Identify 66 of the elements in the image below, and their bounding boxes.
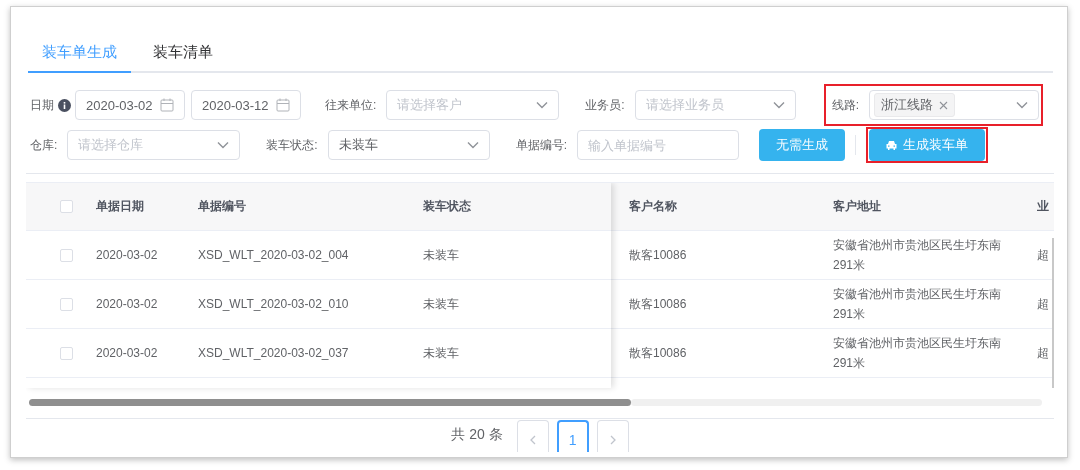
table-cell: 2020-03-02 <box>96 346 158 360</box>
input-field[interactable]: 输入单据编号 <box>577 130 740 160</box>
table-cell: XSD_WLT_2020-03-02_004 <box>198 248 349 262</box>
table-cell: XSD_WLT_2020-03-02_037 <box>198 346 349 360</box>
scrollbar-thumb[interactable] <box>29 399 631 406</box>
table-cell: 散客10086 <box>629 295 687 313</box>
select-field[interactable]: 请选择客户 <box>386 90 560 120</box>
field-label: 日期 <box>30 96 54 114</box>
tab[interactable]: 装车清单 <box>131 33 234 73</box>
column-header: 客户地址 <box>833 198 881 215</box>
checkbox[interactable] <box>59 346 73 360</box>
select-field[interactable]: 请选择仓库 <box>67 130 241 160</box>
table-cell-text: 安徽省池州市贵池区民生圩东南291米 <box>833 335 1002 372</box>
chevron-down-icon <box>772 101 785 109</box>
car-icon <box>886 140 898 150</box>
checkbox[interactable] <box>59 248 73 262</box>
chevron-right-icon <box>609 434 616 445</box>
checkbox[interactable] <box>59 297 73 311</box>
table-cell: 未装车 <box>423 246 459 264</box>
field-label: 装车状态: <box>266 136 318 154</box>
field-label: 往来单位: <box>325 96 377 114</box>
button[interactable]: 生成装车单 <box>869 129 986 161</box>
chevron-down-icon <box>536 101 549 109</box>
column-header: 客户名称 <box>629 198 677 215</box>
table-cell: 未装车 <box>423 295 459 313</box>
close-icon <box>939 100 949 110</box>
date-field[interactable]: 2020-03-02 <box>75 90 185 120</box>
date-field[interactable]: 2020-03-12 <box>191 90 301 120</box>
field-label: 仓库: <box>30 136 58 154</box>
select-field[interactable]: 未装车 <box>327 130 490 160</box>
table-cell: 散客10086 <box>629 246 687 264</box>
table-cell: 超 <box>1037 344 1049 362</box>
table-cell: XSD_WLT_2020-03-02_010 <box>198 297 349 311</box>
page-button[interactable]: 1 <box>556 420 589 452</box>
table-cell: 超 <box>1037 295 1049 313</box>
column-header: 装车状态 <box>423 198 471 215</box>
info-icon <box>58 98 71 112</box>
chevron-down-icon <box>466 141 479 149</box>
chevron-down-icon <box>1016 101 1029 109</box>
table-cell-text: 安徽省池州市贵池区民生圩东南291米 <box>833 237 1002 274</box>
column-header: 单据编号 <box>198 198 246 215</box>
total-count: 共 20 条 <box>451 426 503 444</box>
field-label: 业务员: <box>585 96 625 114</box>
column-header: 单据日期 <box>96 198 144 215</box>
chevron-down-icon <box>217 141 230 149</box>
calendar-icon <box>276 98 290 112</box>
select-field[interactable]: 浙江线路 <box>869 90 1040 120</box>
table-cell-text: 安徽省池州市贵池区民生圩东南291米 <box>833 286 1002 323</box>
table-cell: 2020-03-02 <box>96 297 158 311</box>
table-cell: 散客10086 <box>629 344 687 362</box>
table-cell: 未装车 <box>423 344 459 362</box>
next-page-button[interactable] <box>596 420 629 452</box>
field-label: 线路: <box>831 96 860 114</box>
tag: 浙江线路 <box>874 93 956 117</box>
tab[interactable]: 装车单生成 <box>28 33 131 73</box>
table-cell: 2020-03-02 <box>96 248 158 262</box>
table-cell: 超 <box>1037 246 1049 264</box>
previous-page-button[interactable] <box>516 420 549 452</box>
chevron-left-icon <box>529 434 536 445</box>
scrollbar-thumb[interactable] <box>1052 238 1054 388</box>
column-header: 业 <box>1037 198 1049 215</box>
calendar-icon <box>160 98 174 112</box>
button[interactable]: 无需生成 <box>759 129 846 161</box>
checkbox[interactable] <box>59 200 73 213</box>
field-label: 单据编号: <box>515 136 568 154</box>
select-field[interactable]: 请选择业务员 <box>634 90 796 120</box>
